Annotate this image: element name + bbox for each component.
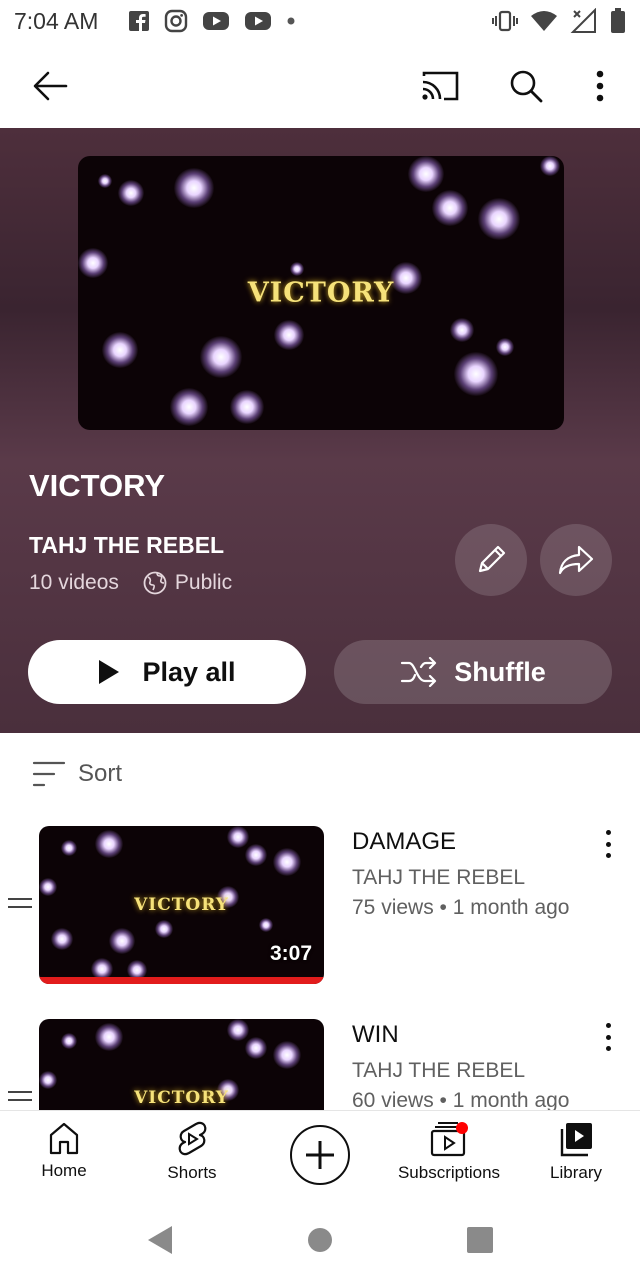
privacy-label: Public [174, 571, 233, 594]
nav-label: Home [41, 1161, 87, 1180]
sort-label: Sort [78, 760, 123, 787]
signal-icon [570, 8, 598, 34]
video-count: 10 videos [29, 571, 119, 594]
video-title[interactable]: WIN [352, 1021, 399, 1049]
nav-label: Library [550, 1163, 602, 1182]
video-thumbnail[interactable]: VICTORY 3:07 [39, 826, 324, 984]
vibrate-icon [492, 10, 518, 32]
sort-icon [32, 760, 66, 788]
play-all-button[interactable]: Play all [28, 640, 306, 704]
nav-label: Subscriptions [397, 1163, 501, 1182]
more-vert-icon[interactable] [596, 830, 620, 858]
home-circle-icon[interactable] [304, 1224, 336, 1256]
video-meta: 60 views • 1 month ago [352, 1089, 570, 1110]
playlist-header: VICTORY VICTORY TAHJ THE REBEL 10 videos… [0, 128, 640, 733]
subscriptions-icon [430, 1121, 468, 1157]
thumbnail-title-text: VICTORY [247, 277, 395, 309]
drag-handle-icon[interactable] [8, 1091, 32, 1105]
status-bar: 7:04 AM [0, 0, 640, 44]
wifi-icon [530, 10, 558, 32]
duration-badge: 3:07 [269, 942, 312, 965]
home-icon [48, 1121, 80, 1155]
battery-icon [610, 8, 626, 34]
list-item[interactable]: VICTORY 3:07 DAMAGE TAHJ THE REBEL 75 vi… [0, 826, 640, 986]
system-navigation-bar [0, 1200, 640, 1280]
nav-subscriptions[interactable]: Subscriptions [384, 1121, 514, 1195]
top-app-bar [0, 44, 640, 128]
back-triangle-icon[interactable] [144, 1224, 176, 1256]
instagram-icon [164, 9, 188, 33]
create-plus-icon [304, 1139, 336, 1171]
globe-icon [143, 571, 167, 595]
create-button[interactable] [290, 1125, 350, 1185]
status-notification-icons [128, 9, 296, 33]
library-icon [558, 1121, 594, 1157]
playlist-channel[interactable]: TAHJ THE REBEL [29, 532, 224, 559]
playlist-video-list: VICTORY 3:07 DAMAGE TAHJ THE REBEL 75 vi… [0, 826, 640, 1110]
bottom-navigation: Home Shorts Subscriptions Library [0, 1110, 640, 1200]
pencil-icon [474, 543, 508, 577]
status-system-icons [492, 8, 626, 34]
nav-label: Shorts [167, 1163, 217, 1182]
shuffle-label: Shuffle [454, 656, 546, 687]
back-arrow-icon[interactable] [26, 62, 74, 110]
share-icon [558, 544, 594, 576]
recents-square-icon[interactable] [464, 1224, 496, 1256]
share-playlist-button[interactable] [540, 524, 612, 596]
shuffle-icon [400, 657, 438, 687]
playlist-title: VICTORY [29, 468, 166, 503]
playlist-meta: 10 videos Public [29, 571, 232, 595]
sort-button[interactable]: Sort [32, 760, 122, 788]
cast-icon[interactable] [416, 62, 464, 110]
edit-playlist-button[interactable] [455, 524, 527, 596]
drag-handle-icon[interactable] [8, 898, 32, 912]
more-vert-icon[interactable] [576, 62, 624, 110]
watch-progress-bar [39, 977, 324, 984]
video-thumbnail[interactable]: VICTORY [39, 1019, 324, 1110]
shorts-icon [176, 1121, 208, 1157]
more-vert-icon[interactable] [596, 1023, 620, 1051]
play-all-label: Play all [142, 656, 236, 687]
status-time: 7:04 AM [14, 8, 99, 34]
shuffle-button[interactable]: Shuffle [334, 640, 612, 704]
nav-library[interactable]: Library [512, 1121, 640, 1195]
play-icon [98, 659, 120, 685]
youtube-icon [244, 10, 272, 32]
list-item[interactable]: VICTORY WIN TAHJ THE REBEL 60 views • 1 … [0, 1019, 640, 1110]
facebook-icon [128, 10, 150, 32]
nav-home[interactable]: Home [0, 1121, 128, 1195]
thumbnail-title-text: VICTORY [134, 895, 229, 915]
video-title[interactable]: DAMAGE [352, 828, 456, 856]
video-channel: TAHJ THE REBEL [352, 866, 526, 889]
playlist-thumbnail[interactable]: VICTORY [78, 156, 564, 430]
youtube-icon [202, 10, 230, 32]
nav-shorts[interactable]: Shorts [128, 1121, 256, 1195]
video-channel: TAHJ THE REBEL [352, 1059, 526, 1082]
dot-icon [286, 16, 296, 26]
search-icon[interactable] [502, 62, 550, 110]
video-meta: 75 views • 1 month ago [352, 896, 570, 919]
thumbnail-title-text: VICTORY [134, 1088, 229, 1108]
